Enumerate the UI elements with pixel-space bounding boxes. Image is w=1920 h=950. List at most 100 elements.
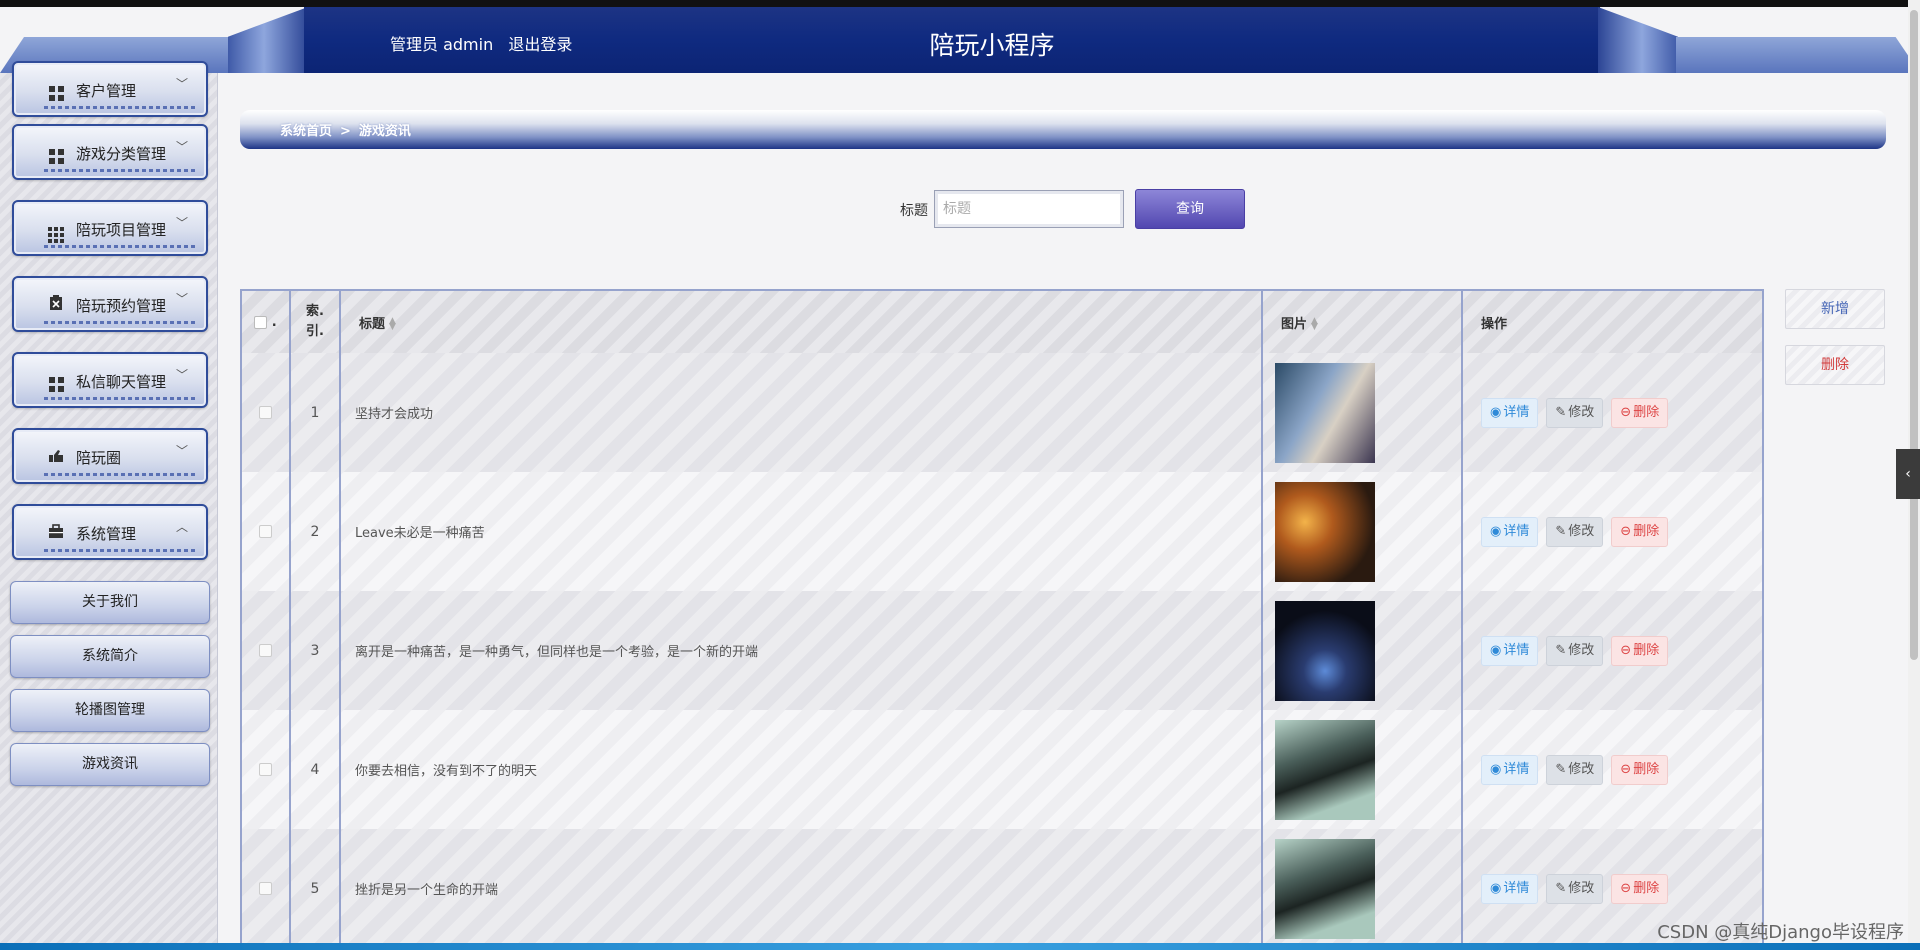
sidebar-item-about-us[interactable]: 关于我们 [10,581,210,624]
sidebar-menu-reservation[interactable]: 陪玩预约管理 ﹀ [12,276,208,332]
row-checkbox[interactable] [259,644,272,657]
sidebar-menu-companion-circle[interactable]: 陪玩圈 ﹀ [12,428,208,484]
index-header-line2: 引. [306,324,324,339]
table-row: 2 Leave未必是一种痛苦 ◉ 详情 ✎ 修改 ⊖ 删除 [242,472,1762,591]
news-thumbnail[interactable] [1275,719,1375,820]
breadcrumb: 系统首页 > 游戏资讯 [240,110,1886,149]
edit-button[interactable]: ✎ 修改 [1546,754,1604,785]
row-checkbox-cell [242,472,290,591]
row-ops: ◉ 详情 ✎ 修改 ⊖ 删除 [1461,591,1762,710]
sidebar-menu-label: 陪玩项目管理 [76,221,167,239]
minus-circle-icon: ⊖ [1620,523,1632,539]
row-title: 离开是一种痛苦，是一种勇气，但同样也是一个考验，是一个新的开端 [339,591,1262,710]
index-header: 索. 引. [289,291,340,353]
hand-icon [48,447,64,463]
sidebar: 客户管理 ﹀ 游戏分类管理 ﹀ 陪玩项目管理 ﹀ 陪玩预约管理 ﹀ 私信聊天管理… [0,61,218,950]
add-button[interactable]: 新增 [1785,289,1885,329]
sidebar-menu-customer[interactable]: 客户管理 ﹀ [12,61,208,117]
delete-button[interactable]: ⊖ 删除 [1611,397,1669,428]
detail-button[interactable]: ◉ 详情 [1481,754,1539,785]
breadcrumb-home[interactable]: 系统首页 [280,124,332,139]
chevron-left-icon: ‹ [1905,466,1911,482]
sidebar-menu-private-chat[interactable]: 私信聊天管理 ﹀ [12,352,208,408]
table-row: 5 挫折是另一个生命的开端 ◉ 详情 ✎ 修改 ⊖ 删除 [242,829,1762,948]
row-checkbox[interactable] [259,763,272,776]
detail-label: 详情 [1503,761,1530,777]
delete-button[interactable]: ⊖ 删除 [1611,635,1669,666]
news-thumbnail[interactable] [1275,362,1375,463]
sidebar-item-game-news[interactable]: 游戏资讯 [10,743,210,786]
sidebar-item-system-intro[interactable]: 系统简介 [10,635,210,678]
row-checkbox-cell [242,353,290,472]
sidebar-menu-companion-project[interactable]: 陪玩项目管理 ﹀ [12,200,208,256]
eye-icon: ◉ [1490,880,1502,896]
header-left-bevel [228,7,308,73]
row-image-cell [1261,591,1462,710]
row-checkbox-cell [242,829,290,948]
eye-icon: ◉ [1490,523,1502,539]
sidebar-menu-label: 客户管理 [76,82,137,100]
delete-button[interactable]: ⊖ 删除 [1611,754,1669,785]
news-thumbnail[interactable] [1275,481,1375,582]
sort-icon[interactable]: ▲ ▼ [389,317,396,332]
row-checkbox[interactable] [259,406,272,419]
image-header[interactable]: 图片 ▲ ▼ [1261,291,1462,353]
watermark-text: CSDN @真纯Django毕设程序 [1657,922,1904,943]
edit-button[interactable]: ✎ 修改 [1546,873,1604,904]
detail-button[interactable]: ◉ 详情 [1481,635,1539,666]
edit-button[interactable]: ✎ 修改 [1546,516,1604,547]
detail-button[interactable]: ◉ 详情 [1481,397,1539,428]
sidebar-menu-label: 陪玩预约管理 [76,297,167,315]
row-image-cell [1261,472,1462,591]
edit-button[interactable]: ✎ 修改 [1546,635,1604,666]
pencil-icon: ✎ [1555,404,1567,420]
logout-link[interactable]: 退出登录 [508,35,572,54]
apps-icon [48,219,64,243]
grid-icon [48,371,64,392]
news-thumbnail[interactable] [1275,600,1375,701]
chevron-down-icon: ﹀ [175,140,188,154]
row-checkbox[interactable] [259,882,272,895]
row-index: 2 [289,472,340,591]
scrollbar-thumb[interactable] [1910,10,1918,660]
delete-button[interactable]: ⊖ 删除 [1611,873,1669,904]
sidebar-menu-game-category[interactable]: 游戏分类管理 ﹀ [12,124,208,180]
sidebar-menu-system[interactable]: 系统管理 ︿ [12,504,208,560]
eye-icon: ◉ [1490,761,1502,777]
pencil-icon: ✎ [1555,523,1567,539]
detail-label: 详情 [1503,404,1530,420]
row-checkbox-cell [242,591,290,710]
search-title-input[interactable] [934,190,1124,228]
sidebar-menu-label: 游戏分类管理 [76,145,167,163]
edit-button[interactable]: ✎ 修改 [1546,397,1604,428]
news-table: . 索. 引. 标题 ▲ ▼ 图片 ▲ ▼ 操作 1 坚持才会成功 ◉ 详情 ✎ 修改 ⊖ 删除 [240,289,1764,950]
row-index: 4 [289,710,340,829]
header-right-bevel [1598,7,1678,73]
select-all-checkbox[interactable] [254,315,268,329]
detail-label: 详情 [1503,642,1530,658]
row-title: 挫折是另一个生命的开端 [339,829,1262,948]
batch-delete-button[interactable]: 删除 [1785,345,1885,385]
grid-icon [48,80,64,101]
news-thumbnail[interactable] [1275,838,1375,939]
admin-username: 管理员 admin [390,35,494,54]
minus-circle-icon: ⊖ [1620,761,1632,777]
breadcrumb-current: 游戏资讯 [358,124,411,139]
collapse-panel-button[interactable]: ‹ [1896,449,1920,499]
chevron-down-icon: ﹀ [175,368,188,382]
delete-button[interactable]: ⊖ 删除 [1611,516,1669,547]
row-checkbox-cell [242,710,290,829]
detail-button[interactable]: ◉ 详情 [1481,873,1539,904]
row-checkbox[interactable] [259,525,272,538]
title-header[interactable]: 标题 ▲ ▼ [339,291,1262,353]
sidebar-item-carousel[interactable]: 轮播图管理 [10,689,210,732]
eye-icon: ◉ [1490,642,1502,658]
table-row: 1 坚持才会成功 ◉ 详情 ✎ 修改 ⊖ 删除 [242,353,1762,472]
detail-button[interactable]: ◉ 详情 [1481,516,1539,547]
edit-label: 修改 [1568,523,1595,539]
sort-icon[interactable]: ▲ ▼ [1311,317,1318,332]
row-index: 5 [289,829,340,948]
sidebar-menu-label: 系统管理 [76,525,137,543]
query-button[interactable]: 查询 [1135,189,1245,229]
window-top-strip [0,0,1920,7]
